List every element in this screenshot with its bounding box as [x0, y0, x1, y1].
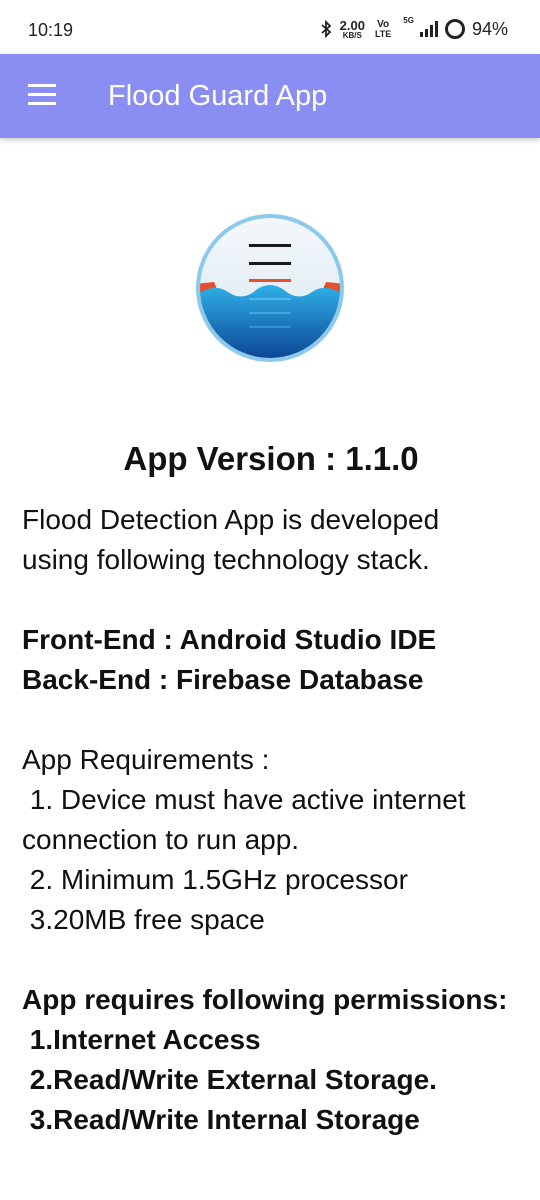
app-version: App Version : 1.1.0 [123, 440, 419, 477]
app-title: Flood Guard App [108, 80, 328, 112]
hamburger-menu-icon[interactable] [28, 84, 58, 108]
permissions-title: App requires following permissions: [22, 984, 508, 1015]
volte-indicator: Vo LTE [374, 18, 392, 39]
intro-line-2: using following technology stack. [22, 544, 430, 575]
network-speed-unit: KB/S [342, 30, 362, 40]
battery-icon [444, 18, 466, 40]
battery-percent: 94% [471, 18, 508, 39]
flood-gauge-logo-icon [194, 212, 346, 364]
requirement-1-line-2: connection to run app. [22, 824, 300, 855]
volte-bottom: LTE [374, 28, 392, 39]
backend-stack: Back-End : Firebase Database [22, 664, 424, 695]
permission-3: 3.Read/Write Internal Storage [22, 1104, 420, 1135]
intro-line-1: Flood Detection App is developed [22, 504, 440, 535]
bluetooth-icon [320, 20, 332, 38]
requirement-3: 3.20MB free space [22, 904, 265, 935]
requirement-2: 2. Minimum 1.5GHz processor [22, 864, 408, 895]
signal-icon [419, 21, 438, 37]
network-type: 5G [403, 16, 414, 25]
permission-2: 2.Read/Write External Storage. [22, 1064, 437, 1095]
status-icons: 2.00 KB/S Vo LTE 5G 94% [320, 14, 508, 44]
frontend-stack: Front-End : Android Studio IDE [22, 624, 437, 655]
requirement-1-line-1: 1. Device must have active internet [22, 784, 466, 815]
volte-top: Vo [377, 18, 390, 30]
status-time: 10:19 [28, 20, 74, 40]
permission-1: 1.Internet Access [22, 1024, 261, 1055]
network-speed-value: 2.00 [339, 17, 365, 33]
app-bar: Flood Guard App [0, 54, 540, 138]
network-speed: 2.00 KB/S [340, 19, 365, 40]
status-bar: 10:19 2.00 KB/S Vo LTE 5G 94% [0, 0, 540, 54]
requirements-title: App Requirements : [22, 744, 270, 775]
about-content: App Version : 1.1.0 Flood Detection App … [22, 440, 522, 1140]
